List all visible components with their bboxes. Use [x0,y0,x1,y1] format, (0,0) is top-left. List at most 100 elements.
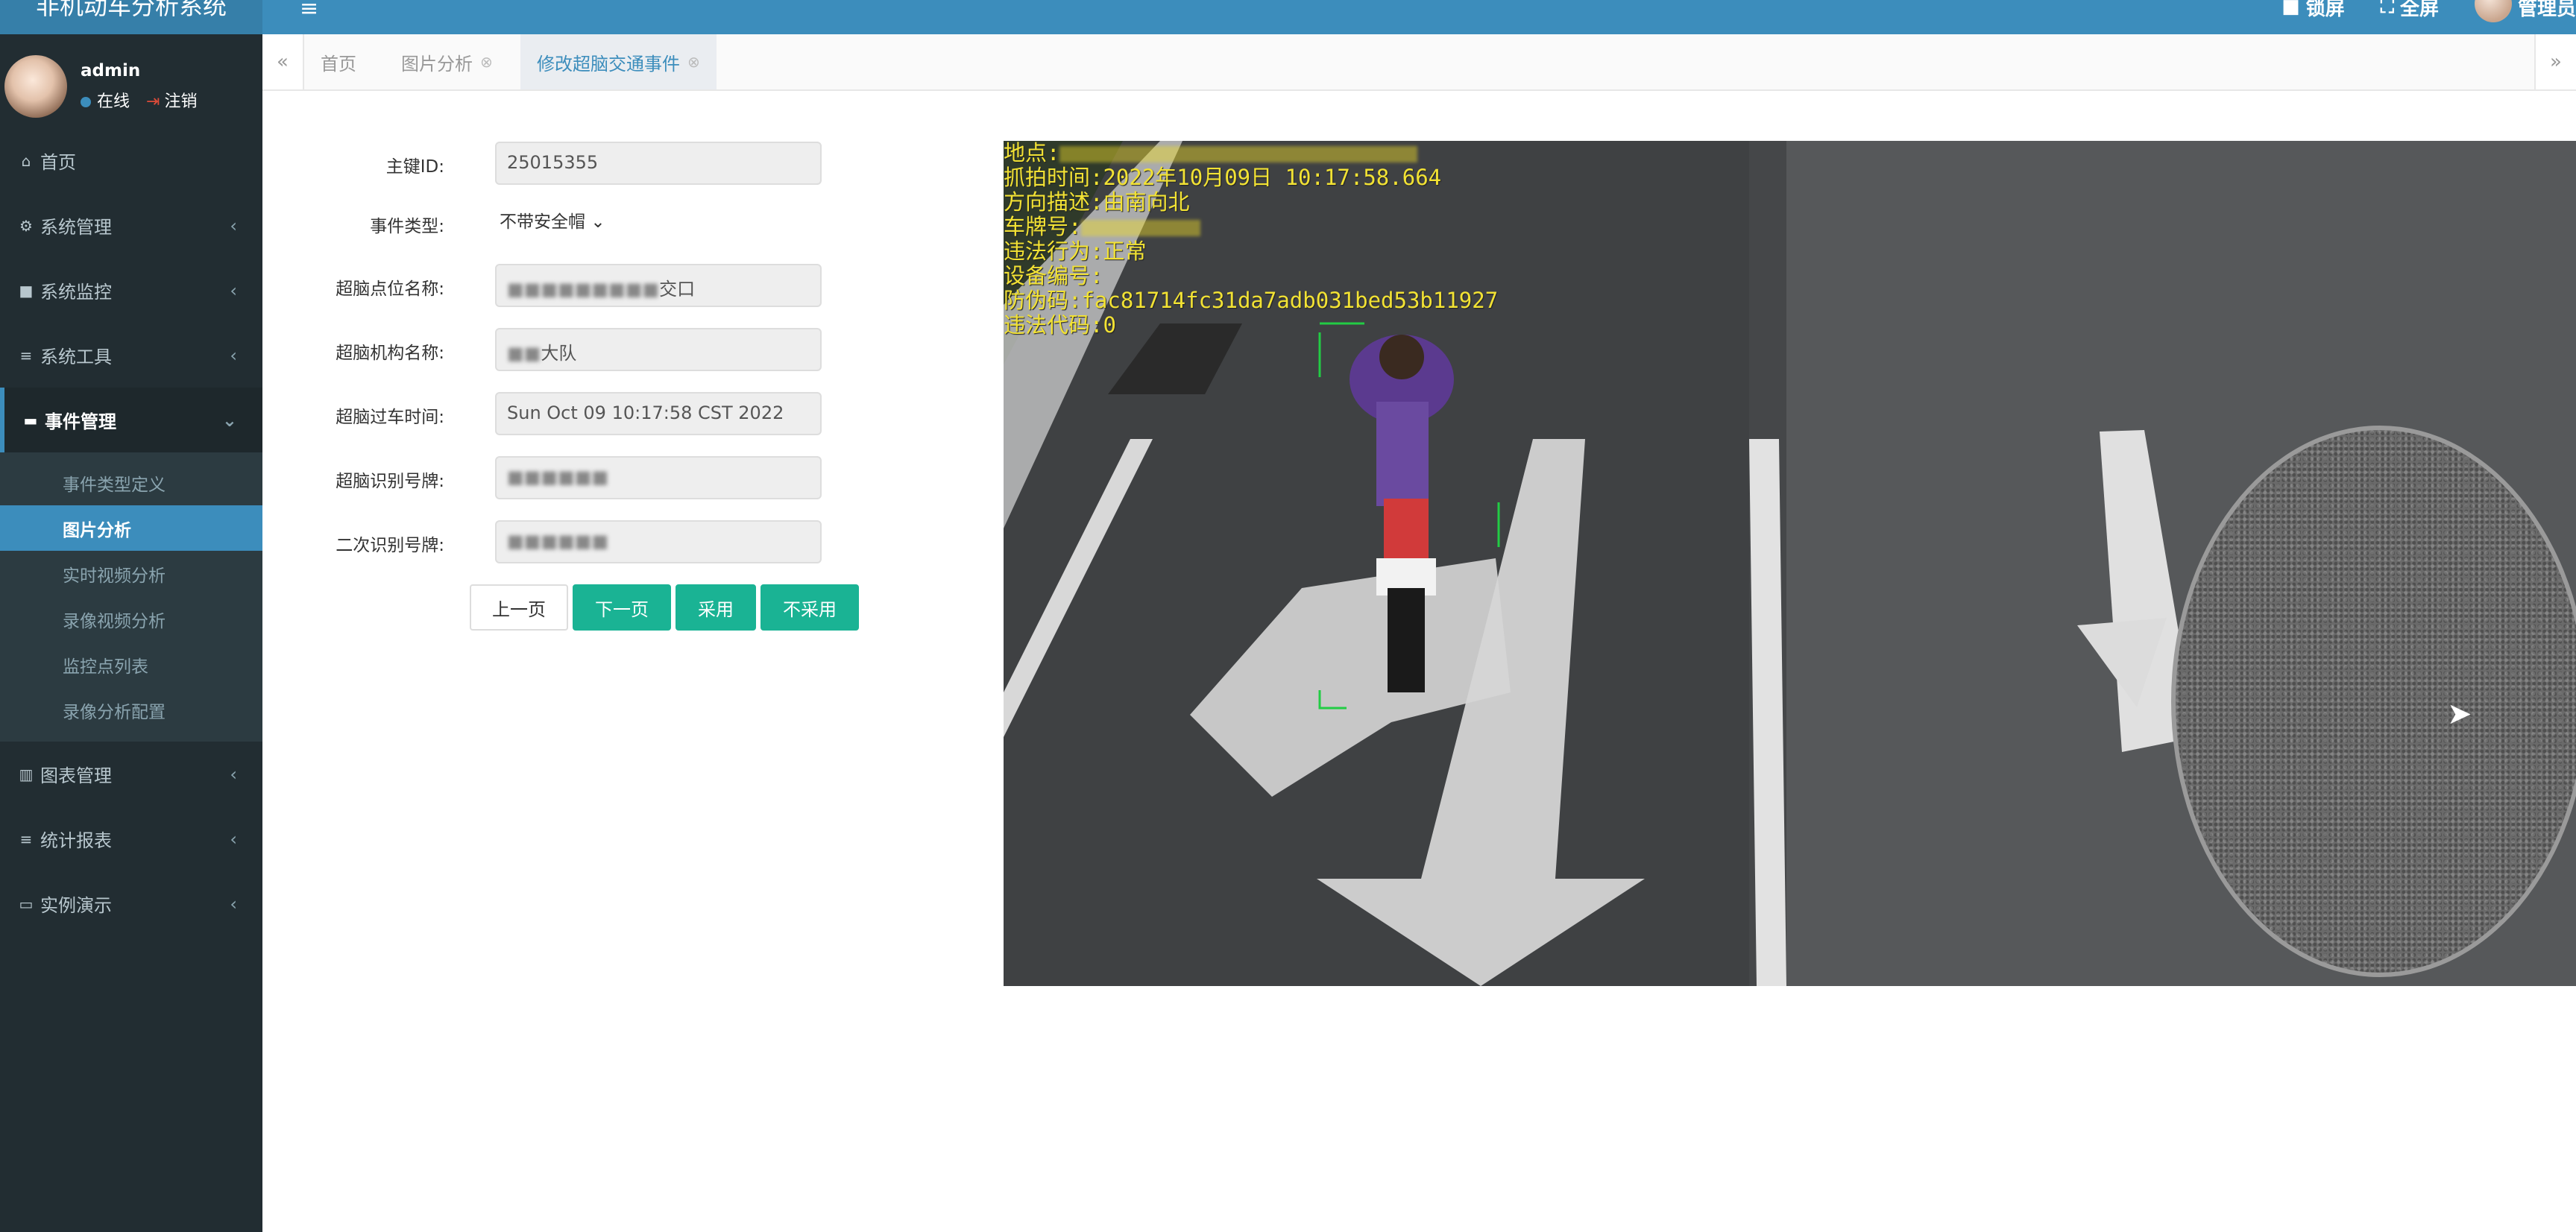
user-panel: admin 在线 ⇥ 注销 [0,34,262,128]
fullscreen-label: 全屏 [2399,0,2439,20]
chevron-left-icon: ‹ [230,763,237,785]
submenu-item-image-analysis[interactable]: 图片分析 [0,505,262,551]
id-field[interactable]: 25015355 [495,142,822,185]
org-name-field[interactable]: ■■大队 [495,328,822,371]
org-name-visible: 大队 [541,343,577,364]
online-status: 在线 [81,88,130,112]
form-row-point: 超脑点位名称: ■■■■■■■■■交口 [262,264,859,307]
chevron-left-icon: ‹ [230,344,237,366]
overlay-anti-fake: 防伪码:fac81714fc31da7adb031bed53b11927 [1004,288,1499,313]
sidebar-item-demo[interactable]: ▭ 实例演示 ‹ [0,871,262,936]
sidebar: admin 在线 ⇥ 注销 ⌂ 首页 ⚙ 系统管理 ‹ ■ 系统监控 ‹ ≡ 系统工具 ‹ ▬ 事… [0,34,262,1232]
tab-label: 修改超脑交通事件 [537,53,680,75]
chevron-left-icon: ‹ [230,828,237,850]
magnifier-lens[interactable] [2171,426,2576,977]
sidebar-item-charts[interactable]: ▥ 图表管理 ‹ [0,742,262,806]
photo-info-overlay: 地点: 抓拍时间:2022年10月09日 10:17:58.664 方向描述:由… [1004,141,1498,338]
chevron-down-icon: ⌄ [221,409,237,431]
tab-edit-event[interactable]: 修改超脑交通事件 ⊗ [520,34,717,89]
field-label: 主键ID: [385,157,444,177]
overlay-capture-time: 抓拍时间:2022年10月09日 10:17:58.664 [1004,165,1442,190]
user-avatar [4,55,67,118]
tab-label: 首页 [321,53,356,75]
logout-link[interactable]: ⇥ 注销 [146,88,197,112]
chevron-left-icon: ‹ [230,215,237,236]
sidebar-item-label: 系统管理 [40,217,112,238]
overlay-violation: 违法行为:正常 [1004,238,1147,264]
sidebar-item-system-tools[interactable]: ≡ 系统工具 ‹ [0,323,262,388]
sidebar-item-event-management[interactable]: ▬ 事件管理 ⌄ [0,388,262,452]
online-dot-icon [81,97,91,107]
chevron-left-icon: ‹ [230,279,237,301]
sidebar-item-home[interactable]: ⌂ 首页 [0,128,262,193]
submenu-item-event-type[interactable]: 事件类型定义 [0,460,262,505]
logout-icon: ⇥ [146,92,160,111]
masked-text: ■■■■■■■■■ [507,279,660,300]
app-brand: 非机动车分析系统 [0,0,262,34]
submenu-item-recorded-video[interactable]: 录像视频分析 [0,596,262,642]
tab-scroll-right-icon[interactable]: » [2534,34,2576,89]
submenu-item-realtime-video[interactable]: 实时视频分析 [0,551,262,596]
menu-toggle-icon[interactable]: ≡ [300,0,318,22]
event-type-select[interactable]: 不带安全帽 ⌄ [500,207,605,233]
close-icon[interactable]: ⊗ [480,53,493,71]
fullscreen-icon: ⛶ [2380,0,2394,18]
app-title: 非机动车分析系统 [35,0,227,20]
event-type-value: 不带安全帽 [500,212,585,232]
form-row-second-plate: 二次识别号牌: ■■■■■■ [262,520,859,563]
form-row-id: 主键ID: 25015355 [262,142,859,185]
user-menu[interactable]: 管理员 [2474,0,2576,22]
sidebar-item-system-management[interactable]: ⚙ 系统管理 ‹ [0,193,262,258]
bars-icon: ≡ [19,346,33,364]
fullscreen-button[interactable]: ⛶ 全屏 [2381,0,2439,21]
sidebar-item-system-monitor[interactable]: ■ 系统监控 ‹ [0,258,262,323]
submenu-item-monitor-points[interactable]: 监控点列表 [0,642,262,687]
point-name-field[interactable]: ■■■■■■■■■交口 [495,264,822,307]
user-status: 在线 ⇥ 注销 [81,88,197,112]
pass-time-field[interactable]: Sun Oct 09 10:17:58 CST 2022 [495,392,822,435]
lock-screen-button[interactable]: ■ 锁屏 [2281,0,2345,21]
mouse-cursor-icon: ➤ [2447,697,2472,731]
field-label: 超脑机构名称: [336,344,444,363]
form-row-event-type: 事件类型: 不带安全帽 ⌄ [262,201,859,244]
gear-icon: ⚙ [19,216,33,235]
form-row-plate: 超脑识别号牌: ■■■■■■ [262,456,859,499]
submenu-item-recording-config[interactable]: 录像分析配置 [0,687,262,733]
field-label: 超脑点位名称: [336,279,444,299]
reject-button[interactable]: 不采用 [760,584,859,631]
tab-scroll-left-icon[interactable]: « [262,34,304,89]
field-label: 二次识别号牌: [336,536,444,555]
close-icon[interactable]: ⊗ [687,53,700,71]
overlay-violation-code: 违法代码:0 [1004,312,1116,338]
event-submenu: 事件类型定义 图片分析 实时视频分析 录像视频分析 监控点列表 录像分析配置 [0,452,262,742]
sidebar-item-label: 事件管理 [45,411,116,432]
tab-image-analysis[interactable]: 图片分析 ⊗ [385,34,509,89]
list-icon: ▬ [23,411,38,429]
field-label: 事件类型: [370,217,444,236]
bars-icon: ≡ [19,830,33,848]
overlay-plate: 车牌号: [1004,214,1082,239]
sidebar-item-reports[interactable]: ≡ 统计报表 ‹ [0,806,262,871]
form-row-org: 超脑机构名称: ■■大队 [262,328,859,371]
lock-screen-label: 锁屏 [2305,0,2345,20]
sidebar-item-label: 系统监控 [40,282,112,303]
masked-text: ■■■■■■ [507,467,609,487]
home-icon: ⌂ [21,151,31,170]
sidebar-item-label: 实例演示 [40,895,112,916]
overlay-direction: 方向描述:由南向北 [1004,189,1190,215]
plate-field[interactable]: ■■■■■■ [495,456,822,499]
form-buttons: 上一页 下一页 采用 不采用 [470,584,859,631]
sidebar-item-label: 首页 [40,152,76,173]
tab-home[interactable]: 首页 [304,34,373,89]
next-page-button[interactable]: 下一页 [573,584,671,631]
header-right: ■ 锁屏 ⛶ 全屏 管理员 [2281,0,2576,22]
user-menu-label: 管理员 [2517,0,2576,20]
tab-label: 图片分析 [401,53,473,75]
tab-bar: « 首页 图片分析 ⊗ 修改超脑交通事件 ⊗ » [262,34,2576,91]
adopt-button[interactable]: 采用 [676,584,756,631]
overlay-location: 地点: [1004,141,1060,165]
overlay-device: 设备编号: [1004,263,1103,288]
second-plate-field[interactable]: ■■■■■■ [495,520,822,563]
prev-page-button[interactable]: 上一页 [470,584,568,631]
logout-label: 注销 [164,92,198,111]
